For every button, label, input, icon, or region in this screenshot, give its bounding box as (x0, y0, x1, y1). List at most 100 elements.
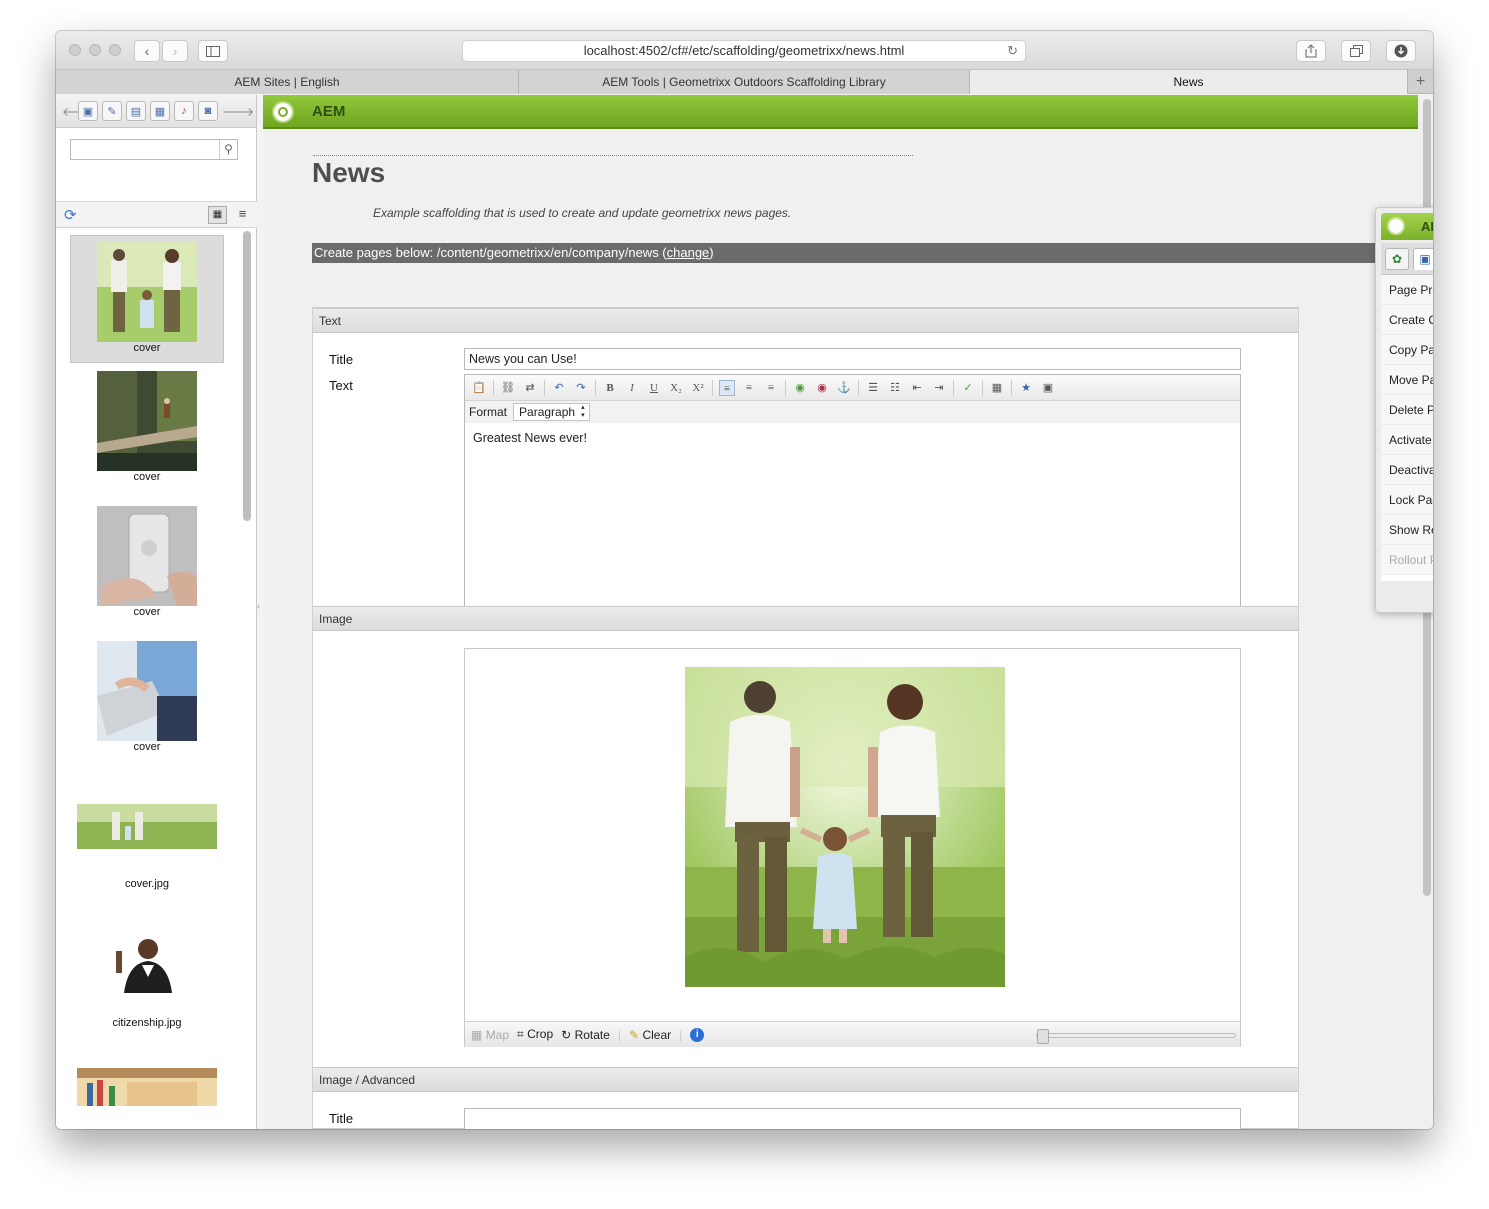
bullet-list-icon[interactable]: ☰ (865, 380, 881, 396)
create-child-page-item[interactable]: Create Child Page (1381, 305, 1433, 335)
advanced-title-input[interactable] (464, 1108, 1241, 1129)
tab-news[interactable]: News (970, 70, 1408, 94)
paragraph-format-select[interactable]: Paragraph (513, 403, 591, 421)
aem-logo-icon[interactable] (272, 101, 294, 123)
page-tab-icon[interactable]: ▣ (1413, 247, 1433, 270)
download-icon (1394, 44, 1408, 58)
underline-icon[interactable]: U (646, 380, 662, 396)
rotate-button[interactable]: ↻ Rotate (561, 1028, 610, 1042)
image-props-icon[interactable]: ▣ (1040, 380, 1056, 396)
scaffolding-form: Text Title News you can Use! Text 📋 ⛓ ⇄ … (312, 307, 1299, 1129)
clear-button[interactable]: ✎ Clear (629, 1028, 671, 1042)
aem-title: AEM (312, 103, 346, 120)
show-references-item[interactable]: Show References... (1381, 515, 1433, 545)
flash-tab-icon[interactable]: ♪ (174, 101, 194, 121)
special-chars-icon[interactable]: ★ (1018, 380, 1034, 396)
tab-aem-sites[interactable]: AEM Sites | English (56, 70, 519, 94)
find-replace-icon[interactable]: ⇄ (522, 380, 538, 396)
sidekick-header[interactable]: AEM ▲ ? (1381, 213, 1433, 240)
title-input[interactable]: News you can Use! (464, 348, 1241, 370)
image-advanced-section-header[interactable]: Image / Advanced (313, 1067, 1298, 1092)
create-path-text: Create pages below: /content/geometrixx/… (314, 245, 667, 260)
search-icon[interactable]: ⚲ (219, 140, 237, 159)
arrow-left-icon[interactable]: 🡐 (62, 104, 94, 119)
movies-tab-icon[interactable]: ▦ (150, 101, 170, 121)
delete-page-item[interactable]: Delete Page (1381, 395, 1433, 425)
asset-item[interactable]: cover (70, 235, 224, 363)
italic-icon[interactable]: I (624, 380, 640, 396)
asset-item[interactable]: citizenship.jpg (70, 911, 224, 1033)
deactivate-page-item[interactable]: Deactivate Page (1381, 455, 1433, 485)
table-icon[interactable]: ▦ (989, 380, 1005, 396)
forward-button[interactable]: › (162, 40, 188, 62)
asset-thumbnail (97, 242, 197, 342)
asset-thumbnail (77, 804, 217, 849)
minimize-window-button[interactable] (89, 44, 101, 56)
subscript-icon[interactable]: X₂ (668, 380, 684, 396)
new-tab-button[interactable]: + (1408, 70, 1433, 93)
bold-icon[interactable]: B (602, 380, 618, 396)
text-section-header[interactable]: Text (313, 308, 1298, 333)
images-tab-icon[interactable]: ▣ (78, 101, 98, 121)
asset-thumbnail (77, 1068, 217, 1106)
numbered-list-icon[interactable]: ☷ (887, 380, 903, 396)
rte-content[interactable]: Greatest News ever! (465, 423, 1240, 453)
indent-icon[interactable]: ⇥ (931, 380, 947, 396)
asset-item[interactable]: cover (70, 641, 224, 763)
move-page-item[interactable]: Move Page (1381, 365, 1433, 395)
spellcheck-icon[interactable]: ✓ (960, 380, 976, 396)
tab-aem-tools[interactable]: AEM Tools | Geometrixx Outdoors Scaffold… (519, 70, 970, 94)
asset-item[interactable] (70, 1046, 224, 1106)
zoom-window-button[interactable] (109, 44, 121, 56)
zoom-slider[interactable] (1036, 1029, 1236, 1044)
downloads-button[interactable] (1386, 40, 1416, 62)
remove-link-icon[interactable]: ◉ (814, 380, 830, 396)
image-preview[interactable] (685, 667, 1005, 987)
unlink-icon[interactable]: ⛓ (500, 380, 516, 396)
back-button[interactable]: ‹ (134, 40, 160, 62)
image-section-header[interactable]: Image (313, 606, 1298, 631)
documents-tab-icon[interactable]: ✎ (102, 101, 122, 121)
align-left-icon[interactable]: ≡ (719, 379, 735, 396)
page-properties-item[interactable]: Page Properties... (1381, 275, 1433, 305)
refresh-icon[interactable]: ⟳ (64, 206, 77, 224)
pages-tab-icon[interactable]: ▤ (126, 101, 146, 121)
change-path-link[interactable]: change (667, 245, 710, 260)
content-finder-search-input[interactable]: ⚲ (70, 139, 238, 160)
crop-button[interactable]: ⌗ Crop (517, 1027, 553, 1042)
components-tab-icon[interactable]: ✿ (1385, 247, 1409, 270)
arrow-right-icon[interactable]: 🡒 (222, 104, 254, 119)
asset-thumbnail (97, 371, 197, 471)
sidebar-toggle-button[interactable] (198, 40, 228, 62)
browser-window: ‹ › localhost:4502/cf#/etc/scaffolding/g… (56, 31, 1433, 1129)
products-tab-icon[interactable]: ◙ (198, 101, 218, 121)
close-window-button[interactable] (69, 44, 81, 56)
outdent-icon[interactable]: ⇤ (909, 380, 925, 396)
asset-item[interactable]: cover (70, 506, 224, 628)
grid-view-icon[interactable]: ▦ (208, 206, 227, 224)
superscript-icon[interactable]: X² (690, 380, 706, 396)
content-finder-scrollbar[interactable] (243, 231, 251, 521)
paste-icon[interactable]: 📋 (471, 380, 487, 396)
redo-icon[interactable]: ↷ (573, 380, 589, 396)
anchor-icon[interactable]: ⚓ (836, 380, 852, 396)
lock-page-item[interactable]: Lock Page (1381, 485, 1433, 515)
activate-page-item[interactable]: Activate Page (1381, 425, 1433, 455)
list-view-icon[interactable]: ≡ (233, 206, 252, 224)
align-right-icon[interactable]: ≡ (763, 380, 779, 396)
reload-icon[interactable]: ↻ (1007, 41, 1018, 61)
asset-item[interactable]: cover.jpg (70, 776, 224, 898)
info-icon[interactable]: i (690, 1027, 705, 1042)
share-button[interactable] (1296, 40, 1326, 62)
align-center-icon[interactable]: ≡ (741, 380, 757, 396)
copy-page-item[interactable]: Copy Page (1381, 335, 1433, 365)
address-bar[interactable]: localhost:4502/cf#/etc/scaffolding/geome… (462, 40, 1026, 62)
title-label: Title (329, 352, 354, 367)
sidekick-mode-bar: ✎ 🔍 ∟ ▤ ⚙ ⟳ (1381, 582, 1433, 610)
rich-text-editor: 📋 ⛓ ⇄ ↶ ↷ B I U X₂ X² ≡ ≡ ≡ ◉ ◉ ⚓ ☰ ☷ ⇤ … (464, 374, 1241, 612)
tabs-overview-button[interactable] (1341, 40, 1371, 62)
undo-icon[interactable]: ↶ (551, 380, 567, 396)
map-button[interactable]: ▦ Map (471, 1028, 509, 1042)
asset-item[interactable]: cover (70, 371, 224, 493)
link-icon[interactable]: ◉ (792, 380, 808, 396)
